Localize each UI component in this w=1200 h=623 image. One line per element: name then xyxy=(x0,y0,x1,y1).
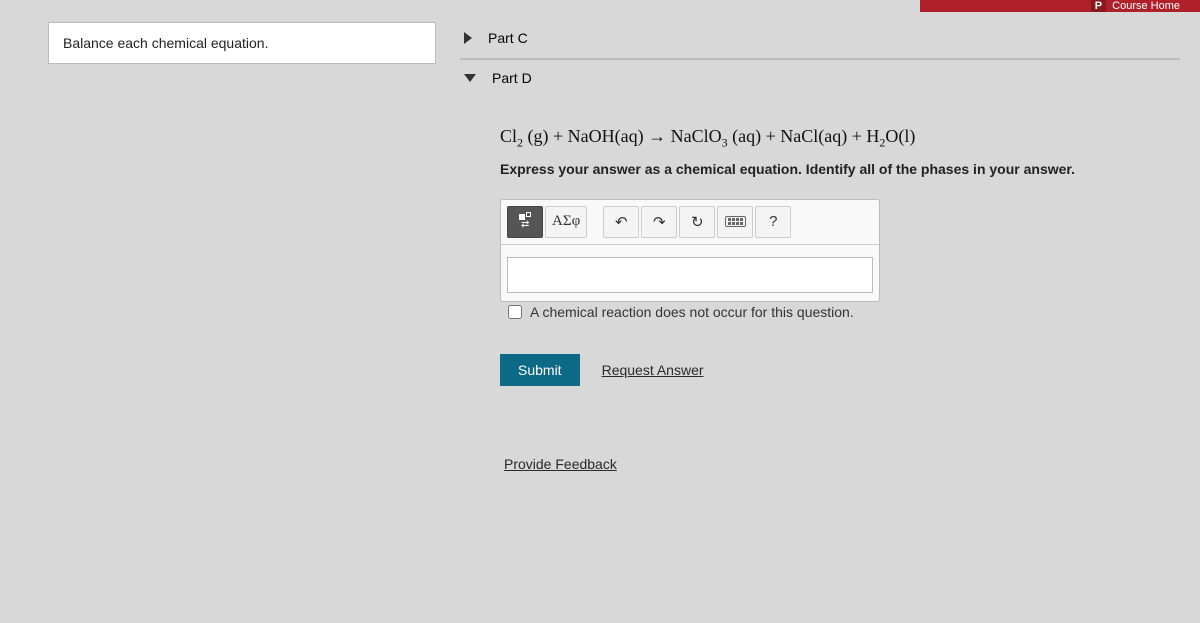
part-d-body: Cl2 (g) + NaOH(aq) → NaClO3 (aq) + NaCl(… xyxy=(460,96,1180,484)
no-reaction-label: A chemical reaction does not occur for t… xyxy=(530,304,854,320)
chevron-down-icon xyxy=(464,74,476,82)
provide-feedback-row: Provide Feedback xyxy=(504,456,1176,474)
request-answer-link[interactable]: Request Answer xyxy=(602,362,704,378)
no-reaction-checkbox[interactable] xyxy=(508,305,522,319)
keyboard-button[interactable] xyxy=(717,206,753,238)
part-c-header[interactable]: Part C xyxy=(460,20,1180,56)
greek-symbols-button[interactable]: ΑΣφ xyxy=(545,206,587,238)
undo-button[interactable]: ↶ xyxy=(603,206,639,238)
left-instruction-panel: Balance each chemical equation. xyxy=(48,22,436,64)
submit-button[interactable]: Submit xyxy=(500,354,580,386)
keyboard-icon xyxy=(725,216,746,227)
chemical-equation: Cl2 (g) + NaOH(aq) → NaClO3 (aq) + NaCl(… xyxy=(500,126,1176,151)
help-button[interactable]: ? xyxy=(755,206,791,238)
answer-input[interactable] xyxy=(507,257,873,293)
course-home-link[interactable]: Course Home xyxy=(1112,0,1180,12)
answer-instruction: Express your answer as a chemical equati… xyxy=(500,161,1176,177)
top-bar: P Course Home xyxy=(920,0,1200,12)
redo-button[interactable]: ↷ xyxy=(641,206,677,238)
question-prompt: Balance each chemical equation. xyxy=(63,35,268,51)
action-row: Submit Request Answer xyxy=(500,354,1176,386)
provide-feedback-link[interactable]: Provide Feedback xyxy=(504,456,617,472)
templates-icon: ⇄ xyxy=(519,214,531,229)
equation-toolbar: ⇄ ΑΣφ ↶ ↷ ↻ ? xyxy=(501,200,879,245)
part-d-label: Part D xyxy=(492,70,532,86)
brand-badge: P xyxy=(1091,0,1106,12)
reset-button[interactable]: ↻ xyxy=(679,206,715,238)
no-reaction-row[interactable]: A chemical reaction does not occur for t… xyxy=(500,302,1000,332)
chevron-right-icon xyxy=(464,32,472,44)
templates-button[interactable]: ⇄ xyxy=(507,206,543,238)
part-c-label: Part C xyxy=(488,30,528,46)
right-panel: Part C Part D Cl2 (g) + NaOH(aq) → NaClO… xyxy=(460,20,1180,484)
part-d-header[interactable]: Part D xyxy=(460,59,1180,96)
answer-input-frame: ⇄ ΑΣφ ↶ ↷ ↻ ? xyxy=(500,199,880,302)
